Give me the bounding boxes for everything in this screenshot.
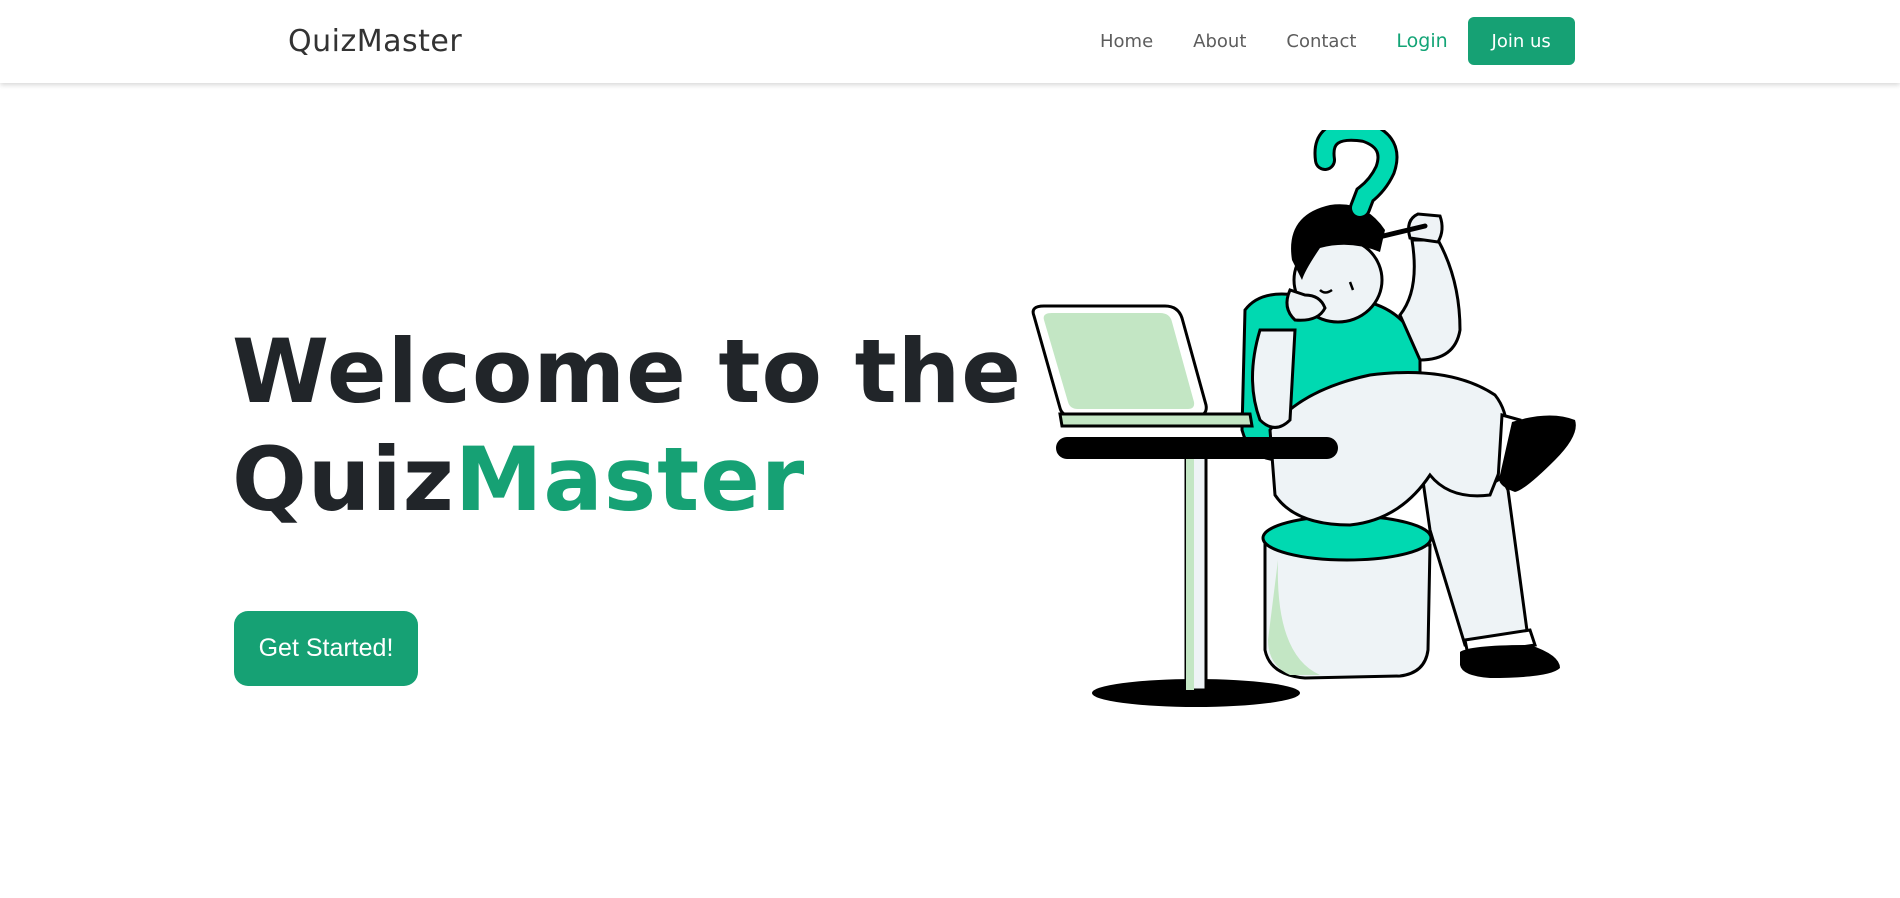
nav-link-home[interactable]: Home <box>1100 31 1153 52</box>
hero-title-line1: Welcome to the <box>232 320 1022 423</box>
brand-logo[interactable]: QuizMaster <box>288 18 462 66</box>
table-top <box>1056 437 1338 459</box>
laptop-base <box>1058 412 1254 428</box>
hero-title: Welcome to the QuizMaster <box>232 318 1022 534</box>
table-leg-shade <box>1186 450 1194 690</box>
back-shoe <box>1460 645 1560 678</box>
join-us-button[interactable]: Join us <box>1467 17 1575 65</box>
nav-links: Home About Contact Login Join us <box>1100 17 1575 65</box>
laptop-display <box>1043 313 1195 409</box>
hero-title-accent: Master <box>454 428 806 531</box>
person-thinking-illustration <box>1031 130 1576 707</box>
hero-title-prefix: Quiz <box>232 428 455 531</box>
login-link[interactable]: Login <box>1396 30 1447 52</box>
resting-arm <box>1251 328 1297 429</box>
nav-link-about[interactable]: About <box>1193 31 1246 52</box>
get-started-button[interactable]: Get Started! <box>234 611 418 686</box>
navbar: QuizMaster Home About Contact Login Join… <box>0 0 1900 83</box>
nav-link-contact[interactable]: Contact <box>1286 31 1356 52</box>
